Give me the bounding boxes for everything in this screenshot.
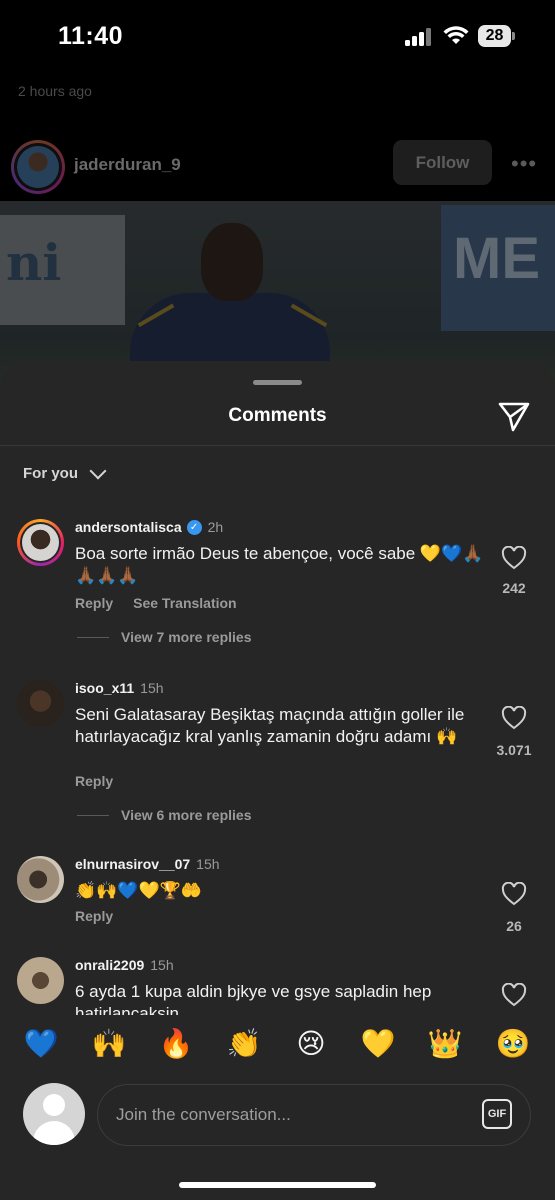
like-count: 3.071 (496, 742, 532, 758)
post-author-avatar[interactable] (11, 140, 65, 194)
emoji-button[interactable]: 💛 (358, 1027, 398, 1061)
comment-item: elnurnasirov__07 15h 👏🙌💙💛🏆🤲 Reply 26 (0, 856, 555, 946)
comment-username[interactable]: elnurnasirov__07 (75, 856, 190, 872)
emoji-button[interactable]: 🙌 (89, 1027, 129, 1061)
view-replies-label: View 7 more replies (121, 629, 252, 645)
comment-timestamp: 15h (196, 856, 220, 872)
heart-icon[interactable] (501, 882, 527, 906)
comment-actions: Reply See Translation (75, 595, 237, 611)
comment-input[interactable]: Join the conversation... GIF (97, 1084, 531, 1146)
comment-avatar[interactable] (17, 519, 64, 566)
comment-username-row: onrali2209 15h (75, 957, 174, 973)
comment-text: 👏🙌💙💛🏆🤲 (75, 881, 203, 900)
comment-avatar[interactable] (17, 680, 64, 727)
comment-username[interactable]: onrali2209 (75, 957, 144, 973)
post-author-username[interactable]: jaderduran_9 (74, 155, 181, 175)
post-header: jaderduran_9 Follow ••• (0, 140, 555, 200)
comment-actions: Reply (75, 908, 113, 924)
comment-timestamp: 15h (140, 680, 164, 696)
share-icon[interactable] (497, 399, 531, 433)
sheet-drag-handle[interactable] (253, 380, 302, 385)
post-time-ago: 2 hours ago (18, 83, 92, 99)
comment-username[interactable]: isoo_x11 (75, 680, 134, 696)
comment-filter-dropdown[interactable]: For you (23, 462, 107, 482)
comment-item: andersontalisca ✓ 2h Boa sorte irmão Deu… (0, 519, 555, 649)
player-head (201, 223, 263, 301)
banner-left: ni (0, 215, 125, 325)
emoji-button[interactable]: 👏 (224, 1027, 264, 1061)
sheet-divider (0, 445, 555, 446)
status-time: 11:40 (58, 22, 124, 50)
comment-avatar[interactable] (17, 957, 64, 1004)
comment-username[interactable]: andersontalisca (75, 519, 182, 535)
heart-icon[interactable] (501, 546, 527, 570)
see-translation-button[interactable]: See Translation (133, 595, 236, 611)
emoji-button[interactable]: 💙 (21, 1027, 61, 1061)
comment-input-placeholder: Join the conversation... (116, 1105, 291, 1124)
comment-username-row: elnurnasirov__07 15h (75, 856, 220, 872)
comment-text: Boa sorte irmão Deus te abençoe, você sa… (75, 544, 484, 585)
status-bar: 11:40 28 (0, 0, 555, 70)
comment-avatar[interactable] (17, 856, 64, 903)
emoji-button[interactable]: 🥹 (493, 1027, 533, 1061)
banner-right: ME (441, 205, 555, 331)
comment-username-row: andersontalisca ✓ 2h (75, 519, 223, 535)
emoji-button[interactable]: 🔥 (156, 1027, 196, 1061)
battery-level: 28 (478, 25, 511, 47)
emoji-button[interactable]: 👑 (425, 1027, 465, 1061)
home-indicator[interactable] (179, 1182, 376, 1188)
sheet-title: Comments (228, 405, 327, 426)
reply-button[interactable]: Reply (75, 773, 113, 789)
comment-item: onrali2209 15h 6 ayda 1 kupa aldin bjkye… (0, 957, 555, 1023)
follow-button[interactable]: Follow (393, 140, 492, 185)
like-count: 26 (506, 918, 522, 934)
chevron-down-icon (89, 462, 107, 479)
heart-icon[interactable] (501, 706, 527, 730)
view-replies-button[interactable]: View 6 more replies (77, 807, 251, 823)
like-count: 242 (502, 580, 526, 596)
verified-badge-icon: ✓ (186, 519, 202, 535)
emoji-button[interactable]: 😢 (291, 1027, 331, 1061)
comment-username-row: isoo_x11 15h (75, 680, 164, 696)
view-replies-button[interactable]: View 7 more replies (77, 629, 251, 645)
comment-timestamp: 15h (150, 957, 174, 973)
emoji-reaction-bar: 💙 🙌 🔥 👏 😢 💛 👑 🥹 (0, 1015, 555, 1075)
comment-timestamp: 2h (207, 519, 224, 535)
background-post: 2 hours ago jaderduran_9 Follow ••• ni M… (0, 70, 555, 431)
wifi-icon (443, 26, 469, 44)
battery-icon: 28 (478, 25, 516, 47)
cellular-signal-icon (405, 28, 433, 46)
filter-label: For you (23, 465, 78, 482)
more-options-icon[interactable]: ••• (511, 151, 537, 177)
comment-item: isoo_x11 15h Seni Galatasaray Beşiktaş m… (0, 680, 555, 830)
heart-icon[interactable] (501, 983, 527, 1007)
view-replies-label: View 6 more replies (121, 807, 252, 823)
reply-button[interactable]: Reply (75, 595, 113, 611)
gif-button[interactable]: GIF (482, 1099, 512, 1129)
reply-button[interactable]: Reply (75, 908, 113, 924)
current-user-avatar (23, 1083, 85, 1145)
comment-text: Seni Galatasaray Beşiktaş maçında attığı… (75, 705, 465, 746)
comment-actions: Reply (75, 773, 113, 789)
